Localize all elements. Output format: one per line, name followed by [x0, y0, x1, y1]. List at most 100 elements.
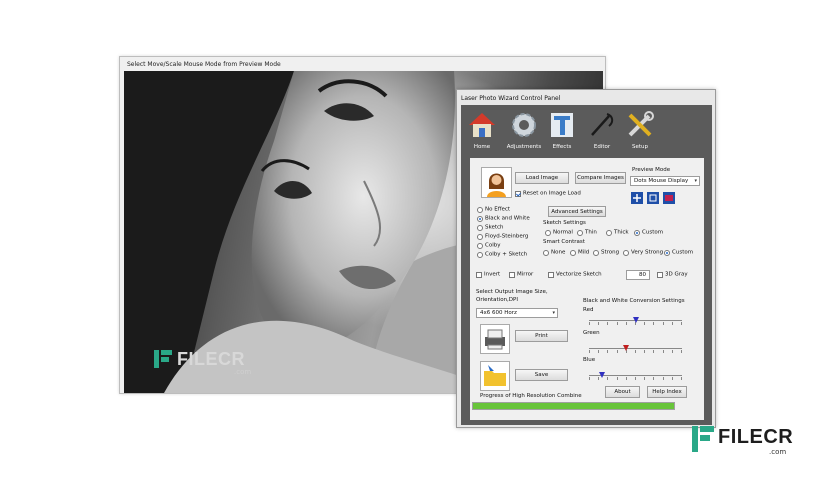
progress-fill	[473, 403, 674, 409]
output-size-label-line2: Orientation,DPI	[476, 297, 518, 303]
sketch-normal[interactable]: Normal	[545, 229, 573, 236]
compare-images-button[interactable]: Compare Images	[575, 172, 626, 184]
blue-slider[interactable]	[589, 372, 682, 380]
watermark-large: FILECR .com	[690, 424, 800, 458]
output-size-select[interactable]: 4x6 600 Horz ▾	[476, 308, 558, 318]
save-button[interactable]: Save	[515, 369, 568, 381]
contrast-custom[interactable]: Custom	[664, 249, 693, 256]
watermark-suffix: .com	[234, 368, 252, 376]
watermark-suffix: .com	[769, 448, 787, 456]
preview-mode-select[interactable]: Dots Mouse Display ▾	[630, 176, 700, 186]
text-effects-icon	[551, 113, 573, 137]
slider-tick	[644, 322, 646, 325]
slider-tick	[635, 377, 636, 380]
effect-colby-sketch[interactable]: Colby + Sketch	[477, 251, 527, 258]
effect-sketch[interactable]: Sketch	[477, 224, 504, 231]
slider-tick	[625, 322, 627, 325]
tool-editor[interactable]: Editor	[583, 110, 621, 154]
effect-colby[interactable]: Colby	[477, 242, 500, 249]
slider-tick	[653, 377, 655, 380]
tool-effects[interactable]: Effects	[543, 110, 581, 154]
preview-mode-label: Preview Mode	[632, 167, 671, 173]
effect-floyd-steinberg[interactable]: Floyd-Steinberg	[477, 233, 528, 240]
invert-checkbox[interactable]: Invert	[476, 271, 500, 278]
watermark-brand: FILECR	[718, 426, 794, 448]
slider-tick	[589, 350, 590, 353]
printer-icon	[480, 324, 510, 354]
slider-tick	[607, 350, 609, 353]
preview-window-title: Select Move/Scale Mouse Mode from Previe…	[127, 61, 281, 68]
dots-mode-icon[interactable]	[663, 192, 675, 204]
slider-tick	[681, 350, 682, 353]
watermark-small: FILECR .com	[152, 348, 251, 376]
progress-bar	[472, 402, 675, 410]
slider-thumb[interactable]	[623, 345, 630, 351]
about-button[interactable]: About	[605, 386, 640, 398]
red-slider[interactable]	[589, 317, 682, 325]
move-mode-icon[interactable]	[631, 192, 643, 204]
smart-contrast-label: Smart Contrast	[543, 239, 585, 245]
slider-tick	[635, 350, 636, 353]
slider-tick	[644, 377, 646, 380]
slider-tick	[662, 350, 664, 353]
slider-tick	[653, 322, 655, 325]
slider-tick	[616, 322, 618, 325]
save-folder-icon	[480, 361, 510, 391]
control-panel-window: Laser Photo Wizard Control Panel Home Ad…	[456, 89, 716, 428]
contrast-very-strong[interactable]: Very Strong	[623, 249, 663, 256]
green-slider-label: Green	[583, 330, 600, 336]
slider-tick	[662, 322, 664, 325]
reset-on-load-checkbox[interactable]: Reset on Image Load	[515, 190, 581, 197]
sketch-thick[interactable]: Thick	[606, 229, 629, 236]
chevron-down-icon: ▾	[694, 178, 697, 184]
chevron-down-icon: ▾	[552, 310, 555, 316]
vectorize-sketch-checkbox[interactable]: Vectorize Sketch	[548, 271, 602, 278]
tools-icon	[628, 111, 654, 137]
print-button[interactable]: Print	[515, 330, 568, 342]
slider-tick	[607, 377, 609, 380]
avatar	[481, 167, 512, 198]
contrast-none[interactable]: None	[543, 249, 565, 256]
control-panel-title: Laser Photo Wizard Control Panel	[461, 95, 561, 102]
slider-tick	[625, 377, 627, 380]
watermark-brand: FILECR	[177, 348, 245, 369]
tool-home[interactable]: Home	[463, 110, 501, 154]
scale-mode-icon[interactable]	[647, 192, 659, 204]
slider-tick	[671, 377, 673, 380]
effect-black-and-white[interactable]: Black and White	[477, 215, 530, 222]
tool-adjustments[interactable]: Adjustments	[505, 110, 543, 154]
slider-tick	[589, 377, 590, 380]
toolbar: Home Adjustments Effects Editor Setup	[461, 105, 712, 156]
sketch-custom[interactable]: Custom	[634, 229, 663, 236]
load-image-button[interactable]: Load Image	[515, 172, 569, 184]
slider-tick	[598, 322, 600, 325]
house-icon	[469, 113, 495, 137]
sketch-thin[interactable]: Thin	[577, 229, 597, 236]
blue-slider-label: Blue	[583, 357, 596, 363]
vectorize-value-field[interactable]: 80	[626, 270, 650, 280]
slider-tick	[589, 322, 590, 325]
advanced-settings-button[interactable]: Advanced Settings	[548, 206, 606, 217]
slider-tick	[662, 377, 664, 380]
mirror-checkbox[interactable]: Mirror	[509, 271, 533, 278]
contrast-mild[interactable]: Mild	[570, 249, 589, 256]
help-index-button[interactable]: Help Index	[647, 386, 687, 398]
effect-no-effect[interactable]: No Effect	[477, 206, 510, 213]
slider-tick	[681, 377, 682, 380]
gear-icon	[512, 113, 536, 137]
filecr-logo-icon	[154, 350, 172, 368]
slider-tick	[616, 350, 618, 353]
slider-thumb[interactable]	[632, 317, 639, 323]
3d-gray-checkbox[interactable]: 3D Gray	[657, 271, 688, 278]
slider-tick	[607, 322, 609, 325]
slider-tick	[644, 350, 646, 353]
slider-tick	[598, 350, 600, 353]
red-slider-label: Red	[583, 307, 594, 313]
slider-thumb[interactable]	[599, 372, 606, 378]
green-slider[interactable]	[589, 345, 682, 353]
slider-tick	[671, 322, 673, 325]
sketch-settings-label: Sketch Settings	[543, 220, 586, 226]
output-size-label-line1: Select Output Image Size,	[476, 289, 548, 295]
tool-setup[interactable]: Setup	[621, 110, 659, 154]
contrast-strong[interactable]: Strong	[593, 249, 619, 256]
